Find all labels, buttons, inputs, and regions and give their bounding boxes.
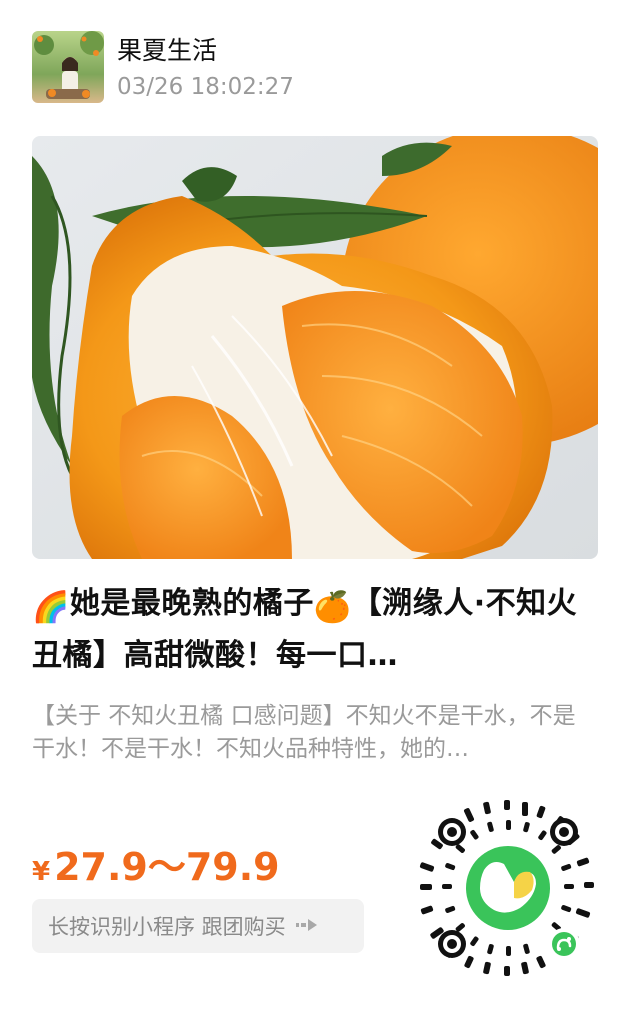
account-avatar[interactable]	[32, 31, 104, 103]
long-press-purchase-label: 长按识别小程序 跟团购买	[48, 915, 286, 939]
account-header: 果夏生活 03/26 18:02:27	[32, 31, 294, 103]
post-title[interactable]: 🌈她是最晚熟的橘子🍊【溯缘人·不知火丑橘】高甜微酸！每一口…	[32, 580, 598, 680]
long-press-purchase-button[interactable]: 长按识别小程序 跟团购买	[32, 899, 364, 953]
currency-symbol: ¥	[32, 857, 51, 887]
post-title-text-part1: 她是最晚熟的橘子	[69, 586, 314, 621]
arrow-right-icon	[295, 914, 318, 938]
tangerine-emoji-icon: 🍊	[313, 590, 352, 625]
price-amount: 27.9～79.9	[54, 845, 280, 889]
mini-program-share-card[interactable]: 果夏生活 03/26 18:02:27 🌈她是最晚熟的橘子🍊【溯缘人·不知火丑橘…	[0, 0, 630, 1012]
mini-program-code[interactable]	[418, 798, 598, 978]
post-timestamp: 03/26 18:02:27	[117, 74, 294, 100]
rainbow-emoji-icon: 🌈	[32, 590, 70, 625]
price-range: ¥27.9～79.9	[32, 836, 280, 891]
product-image[interactable]	[32, 136, 598, 559]
account-name[interactable]: 果夏生活	[117, 34, 294, 68]
post-description: 【关于 不知火丑橘 口感问题】不知火不是干水，不是干水！不是干水！不知火品种特性…	[32, 703, 576, 762]
